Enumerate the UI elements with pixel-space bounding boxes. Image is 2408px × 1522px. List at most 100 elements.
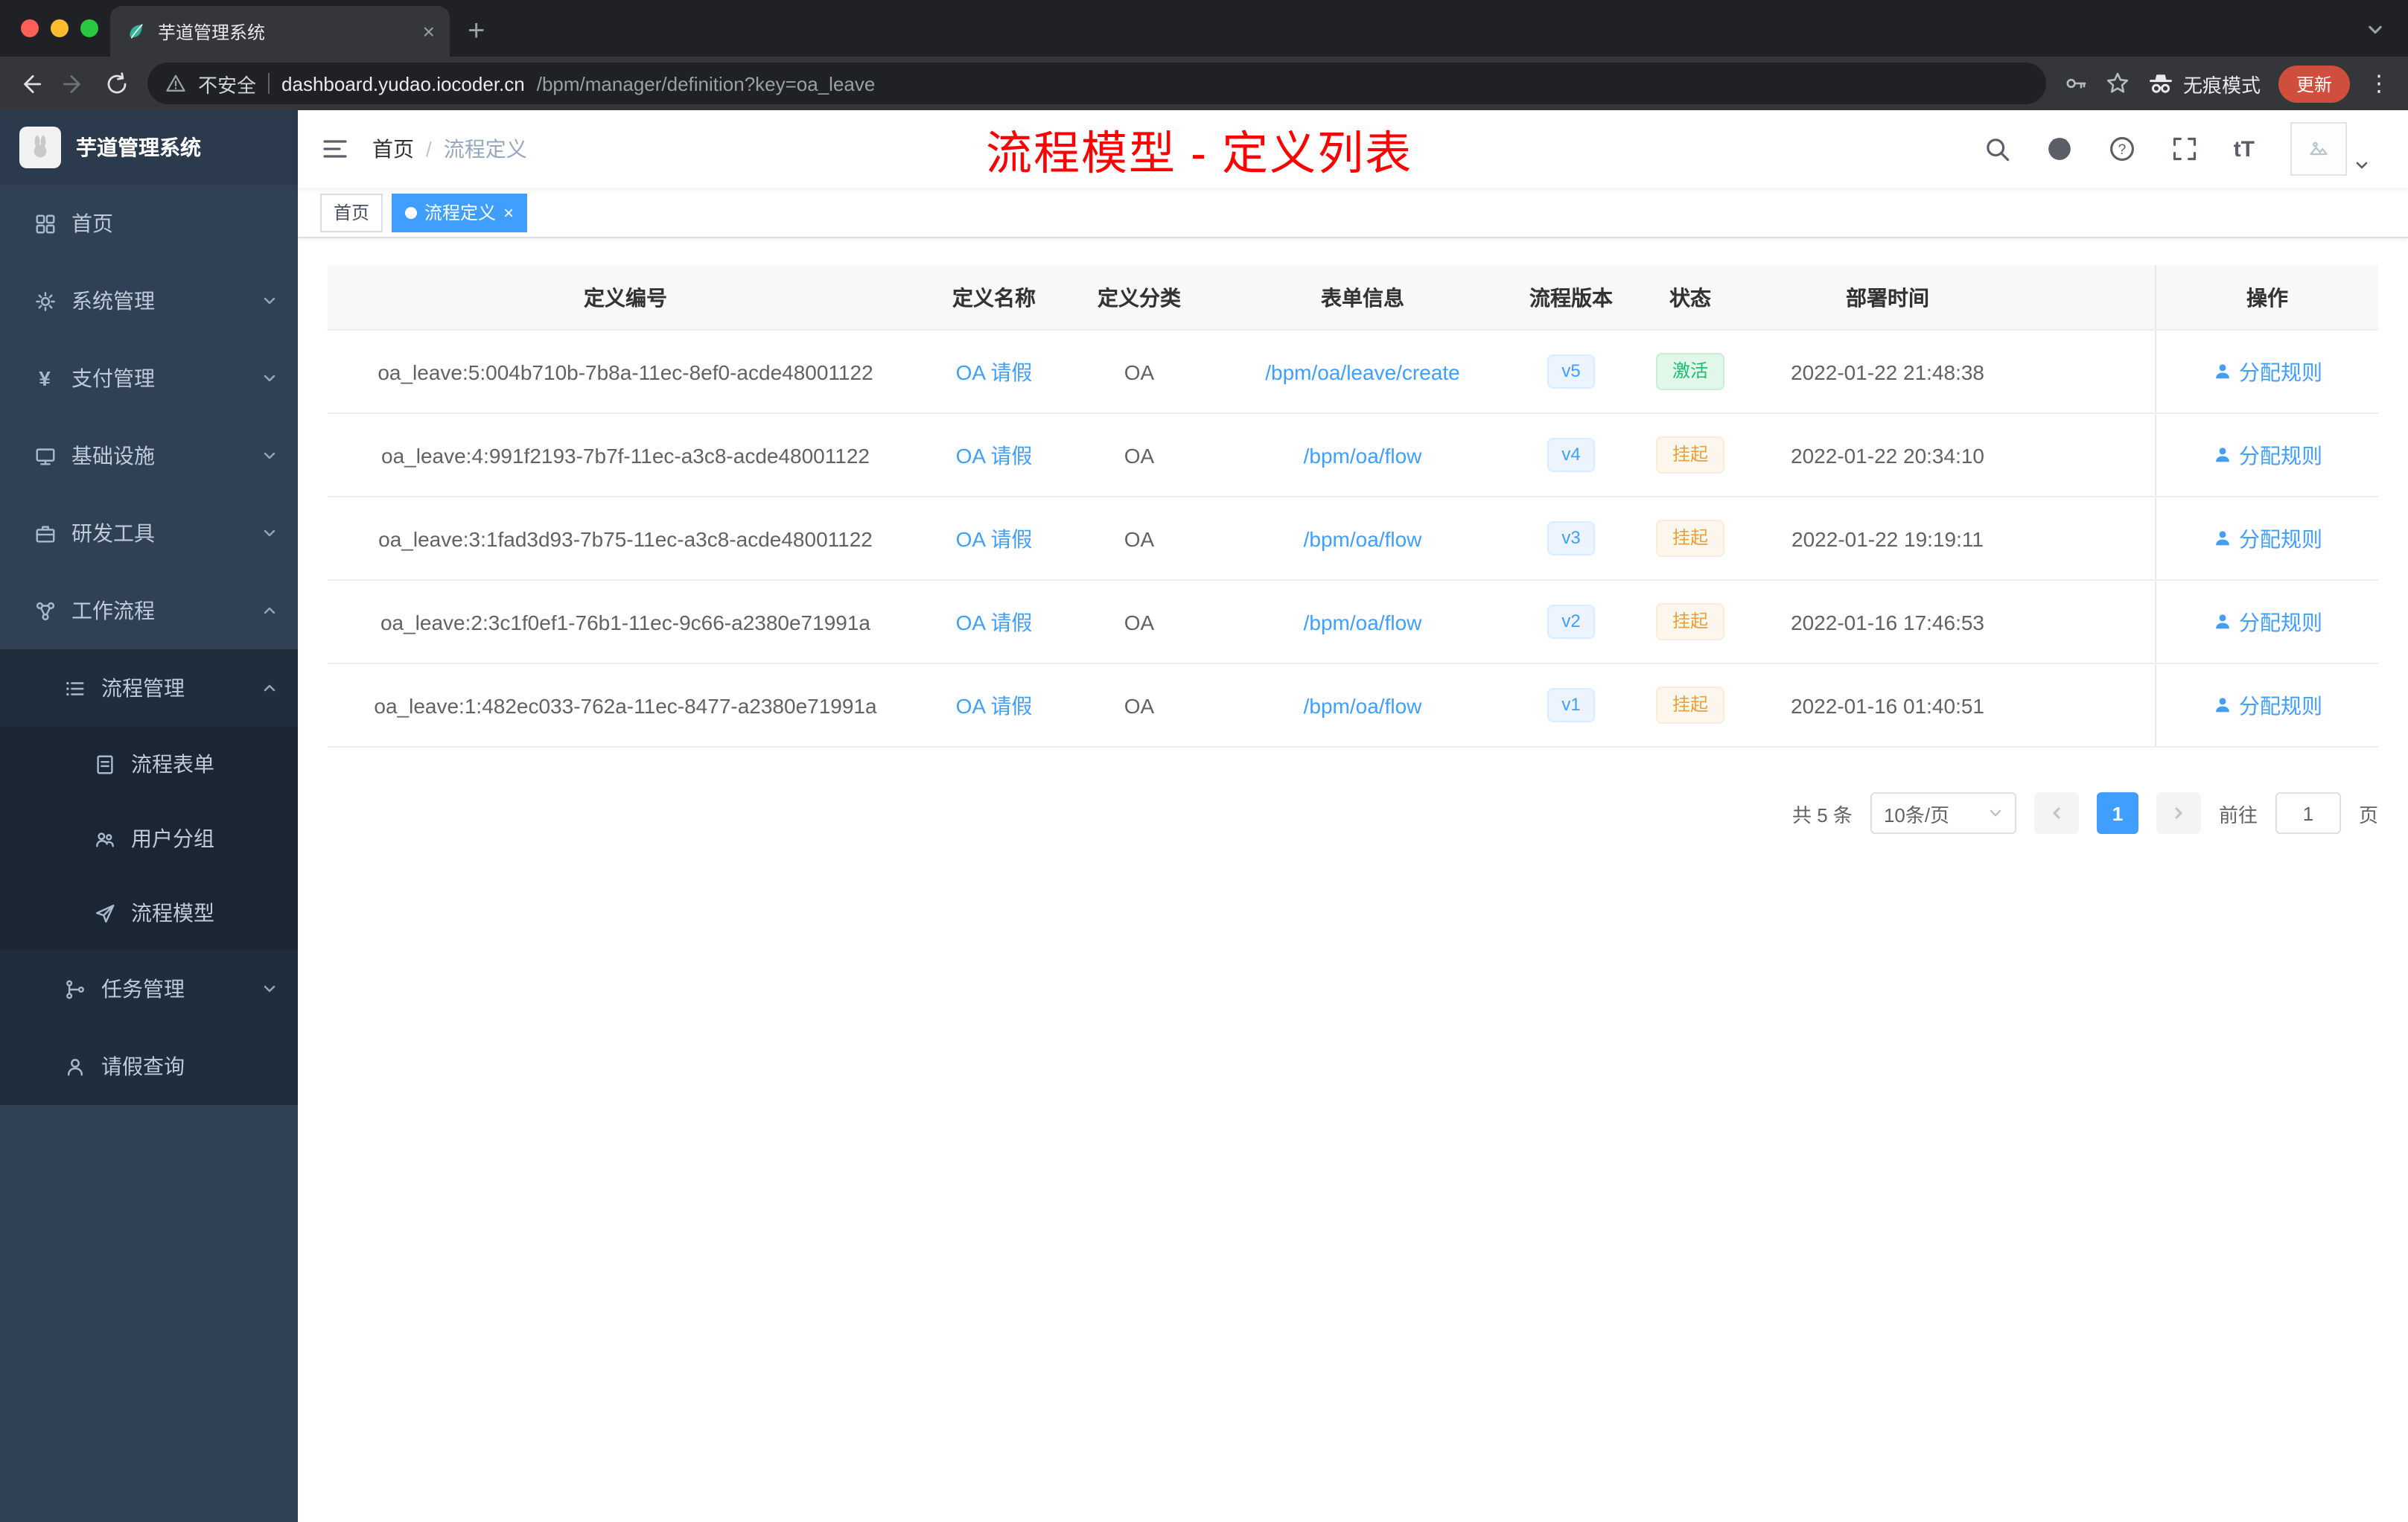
password-key-icon[interactable] (2064, 71, 2088, 95)
next-page-button[interactable] (2156, 792, 2201, 834)
definition-name-link[interactable]: OA 请假 (956, 690, 1033, 720)
close-window-button[interactable] (21, 19, 39, 37)
column-header: 流程版本 (1529, 285, 1613, 309)
column-header: 表单信息 (1321, 285, 1404, 309)
address-bar[interactable]: 不安全 dashboard.yudao.iocoder.cn/bpm/manag… (147, 63, 2046, 104)
version-badge: v3 (1547, 521, 1596, 555)
sidebar-item-user-group[interactable]: 用户分组 (0, 801, 298, 876)
list-icon (63, 676, 86, 700)
help-icon[interactable]: ? (2109, 136, 2135, 162)
row-spacer (2025, 331, 2155, 413)
zoom-window-button[interactable] (80, 19, 98, 37)
prev-page-button[interactable] (2033, 792, 2079, 834)
deploy-time: 2022-01-22 21:48:38 (1791, 360, 1984, 383)
definition-category: OA (1124, 693, 1155, 717)
page-unit-label: 页 (2358, 803, 2378, 826)
tab-search-chevron-icon[interactable] (2366, 21, 2384, 39)
minimize-window-button[interactable] (51, 19, 69, 37)
form-link[interactable]: /bpm/oa/leave/create (1265, 360, 1460, 383)
breadcrumb: 首页 / 流程定义 (372, 134, 527, 164)
tag-process-definition[interactable]: 流程定义 × (392, 193, 528, 232)
definition-name-link[interactable]: OA 请假 (956, 607, 1033, 637)
app-title: 芋道管理系统 (76, 136, 201, 159)
tab-close-icon[interactable]: × (423, 19, 435, 43)
assign-rule-button[interactable]: 分配规则 (2212, 357, 2322, 386)
sidebar-item-infrastructure[interactable]: 基础设施 (0, 417, 298, 494)
form-link[interactable]: /bpm/oa/flow (1304, 610, 1422, 634)
new-tab-button[interactable]: + (468, 16, 485, 46)
sidebar-item-label: 流程表单 (131, 752, 214, 776)
reload-icon[interactable] (104, 71, 130, 96)
fullscreen-icon[interactable] (2171, 136, 2198, 162)
table-body: oa_leave:5:004b710b-7b8a-11ec-8ef0-acde4… (328, 331, 2378, 748)
pagination: 共 5 条 10条/页 1 前往 页 (328, 792, 2378, 834)
sidebar-item-label: 基础设施 (71, 444, 155, 468)
tag-home[interactable]: 首页 (320, 193, 383, 232)
incognito-badge: 无痕模式 (2147, 69, 2261, 98)
back-icon[interactable] (18, 71, 43, 96)
form-link[interactable]: /bpm/oa/flow (1304, 443, 1422, 467)
caret-down-icon (2354, 158, 2369, 173)
assign-rule-button[interactable]: 分配规则 (2212, 607, 2322, 637)
row-spacer (2025, 664, 2155, 746)
forward-icon[interactable] (61, 71, 86, 96)
sidebar-item-payment[interactable]: ¥ 支付管理 (0, 340, 298, 417)
user-menu[interactable] (2290, 122, 2369, 176)
tag-label: 首页 (334, 203, 370, 223)
breadcrumb-separator: / (426, 137, 432, 161)
sidebar-logo[interactable]: 芋道管理系统 (0, 110, 298, 185)
sidebar-item-leave-query[interactable]: 请假查询 (0, 1028, 298, 1105)
assign-rule-label: 分配规则 (2239, 526, 2322, 550)
chevron-down-icon (262, 448, 277, 463)
sidebar-item-devtools[interactable]: 研发工具 (0, 494, 298, 572)
window-controls (21, 19, 98, 37)
sidebar-item-home[interactable]: 首页 (0, 185, 298, 262)
sidebar-item-process-model[interactable]: 流程模型 (0, 876, 298, 950)
form-icon (92, 752, 116, 776)
assign-rule-button[interactable]: 分配规则 (2212, 523, 2322, 553)
definition-name-link[interactable]: OA 请假 (956, 440, 1033, 470)
sidebar-item-task-management[interactable]: 任务管理 (0, 950, 298, 1028)
sidebar-item-system[interactable]: 系统管理 (0, 262, 298, 340)
breadcrumb-home[interactable]: 首页 (372, 134, 414, 164)
bookmark-star-icon[interactable] (2106, 71, 2130, 95)
definition-name-link[interactable]: OA 请假 (956, 523, 1033, 553)
avatar (2290, 122, 2347, 176)
definition-category: OA (1124, 443, 1155, 467)
form-link[interactable]: /bpm/oa/flow (1304, 526, 1422, 550)
sidebar-item-process-form[interactable]: 流程表单 (0, 727, 298, 801)
sidebar-item-label: 用户分组 (131, 827, 214, 850)
sidebar-item-label: 流程管理 (101, 676, 185, 700)
users-icon (92, 827, 116, 850)
breadcrumb-current: 流程定义 (443, 137, 527, 161)
column-header: 定义编号 (584, 285, 667, 309)
browser-tab[interactable]: 芋道管理系统 × (110, 6, 450, 57)
sidebar-item-label: 支付管理 (71, 366, 155, 390)
app-shell: 芋道管理系统 首页 系统管理 ¥ 支付管理 基础设施 研发工具 工作流程 流程管… (0, 110, 2408, 1522)
form-link[interactable]: /bpm/oa/flow (1304, 693, 1422, 717)
browser-tabstrip: 芋道管理系统 × + (0, 0, 2408, 57)
definition-name-link[interactable]: OA 请假 (956, 357, 1033, 386)
page-size-select[interactable]: 10条/页 (1870, 792, 2016, 834)
search-icon[interactable] (1984, 136, 2010, 162)
assign-rule-button[interactable]: 分配规则 (2212, 440, 2322, 470)
table-row: oa_leave:3:1fad3d93-7b75-11ec-a3c8-acde4… (328, 497, 2378, 581)
goto-page-input[interactable] (2275, 792, 2341, 834)
tab-title: 芋道管理系统 (158, 22, 266, 42)
user-icon (63, 1054, 86, 1078)
tag-close-icon[interactable]: × (503, 203, 514, 221)
browser-menu-icon[interactable]: ⋮ (2368, 70, 2390, 97)
sidebar-item-workflow[interactable]: 工作流程 (0, 572, 298, 649)
sidebar-item-label: 首页 (71, 211, 113, 235)
font-size-icon[interactable]: tT (2234, 136, 2255, 162)
page-header: 首页 / 流程定义 流程模型 - 定义列表 ? tT (298, 110, 2408, 188)
sidebar-item-process-management[interactable]: 流程管理 (0, 649, 298, 727)
goto-label: 前往 (2218, 803, 2258, 826)
url-host: dashboard.yudao.iocoder.cn (281, 72, 525, 95)
github-icon[interactable] (2046, 136, 2073, 162)
browser-update-button[interactable]: 更新 (2278, 65, 2350, 102)
page-number-current[interactable]: 1 (2096, 792, 2138, 834)
briefcase-icon (33, 521, 57, 545)
assign-rule-button[interactable]: 分配规则 (2212, 690, 2322, 720)
sidebar-collapse-icon[interactable] (298, 137, 372, 161)
